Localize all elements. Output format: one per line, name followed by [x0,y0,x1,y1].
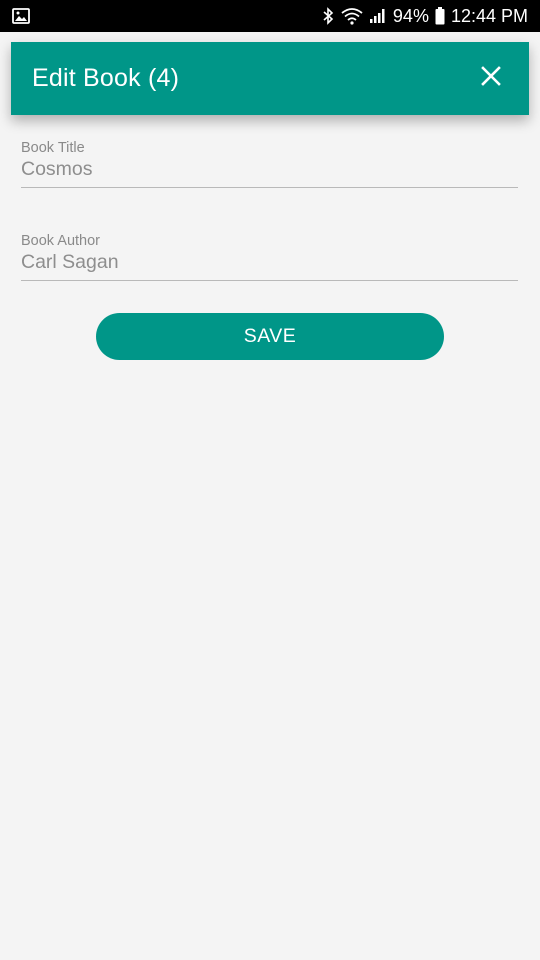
dialog-header: Edit Book (4) [11,42,529,115]
book-author-field: Book Author [21,233,518,281]
close-button[interactable] [477,65,505,93]
book-title-input[interactable] [21,156,518,188]
status-bar: 94% 12:44 PM [0,0,540,32]
book-title-field: Book Title [21,140,518,188]
battery-icon [435,7,445,25]
battery-percent: 94% [392,5,429,26]
book-author-label: Book Author [21,233,100,249]
status-left [12,8,30,24]
bluetooth-icon [321,7,335,25]
save-button[interactable]: SAVE [96,313,444,360]
wifi-icon [341,7,363,25]
book-title-label: Book Title [21,140,85,156]
status-time: 12:44 PM [450,5,528,26]
page-title: Edit Book (4) [32,64,180,92]
status-right: 94% 12:44 PM [321,6,528,27]
gallery-icon [12,8,30,24]
close-icon [481,66,501,91]
book-author-input[interactable] [21,249,518,281]
signal-icon [369,8,387,24]
